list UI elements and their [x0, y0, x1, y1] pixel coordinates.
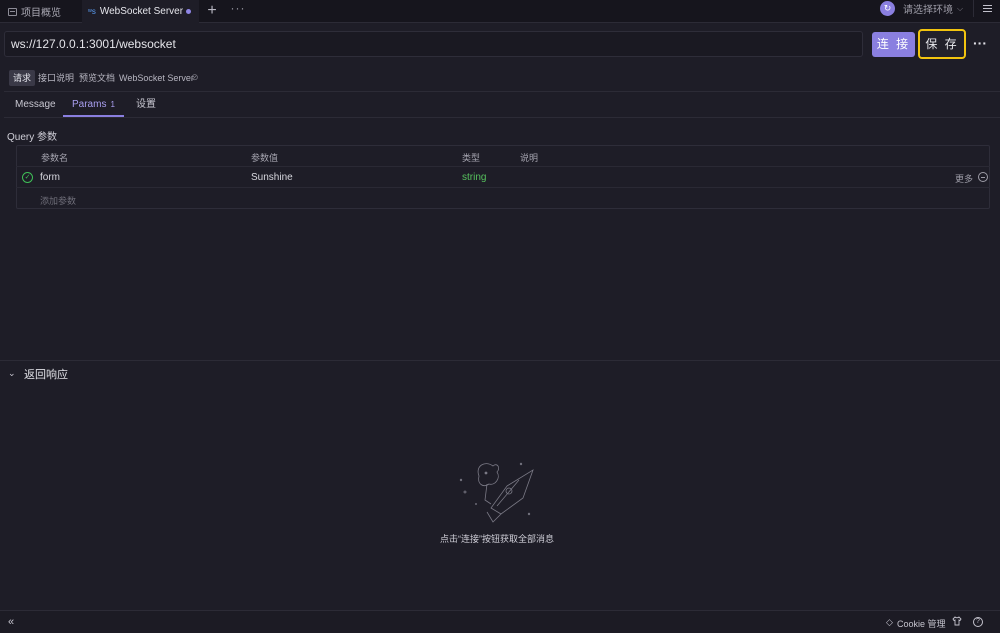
url-input[interactable]: ws://127.0.0.1:3001/websocket — [4, 31, 863, 57]
link-icon[interactable]: ⊘ — [191, 72, 199, 83]
param-type-cell[interactable]: string — [462, 172, 486, 183]
table-divider — [16, 166, 990, 167]
help-icon[interactable]: ? — [973, 617, 983, 627]
remove-icon[interactable] — [978, 172, 988, 182]
subtab-preview-doc[interactable]: 预览文档 — [79, 70, 115, 86]
divider — [4, 91, 1000, 92]
column-header-type: 类型 — [462, 153, 481, 163]
divider — [0, 360, 1000, 361]
more-actions-button[interactable]: ··· — [972, 36, 988, 52]
shirt-icon[interactable] — [952, 616, 962, 626]
subtab-api-doc[interactable]: 接口说明 — [38, 70, 74, 86]
divider — [4, 117, 1000, 118]
api-name: WebSocket Server — [119, 73, 194, 83]
row-more-button[interactable]: 更多 — [955, 172, 973, 185]
response-collapse-icon[interactable]: ⌄ — [8, 368, 16, 379]
tab-project-overview[interactable]: 项目概览 — [0, 0, 82, 23]
env-icon[interactable]: ↻ — [880, 1, 895, 16]
tab-project-overview-label: 项目概览 — [21, 8, 61, 19]
add-tab-button[interactable]: + — [204, 3, 220, 19]
table-divider — [16, 187, 990, 188]
cookie-manager-button[interactable]: Cookie 管理 — [897, 617, 946, 630]
cookie-icon: ◇ — [886, 617, 893, 627]
environment-select-label: 请选择环境 — [903, 5, 953, 16]
column-header-name: 参数名 — [41, 153, 69, 163]
param-value-cell[interactable]: Sunshine — [251, 172, 293, 183]
menu-icon[interactable] — [973, 0, 1000, 17]
status-bar — [0, 610, 1000, 633]
chevron-down-icon: ⌵ — [957, 3, 964, 13]
subtab-request[interactable]: 请求 — [9, 70, 35, 86]
save-button[interactable]: 保 存 — [918, 29, 966, 59]
collapse-icon[interactable]: « — [8, 616, 14, 628]
response-title: 返回响应 — [24, 369, 68, 381]
empty-state-message: 点击“连接”按钮获取全部消息 — [440, 534, 554, 544]
overview-icon — [8, 7, 17, 16]
tab-websocket-server-label: WebSocket Server — [99, 6, 184, 17]
tab-params[interactable]: Params 1 — [63, 96, 124, 117]
column-header-description: 说明 — [520, 153, 539, 163]
column-header-value: 参数值 — [251, 153, 279, 163]
unsaved-dot-icon — [186, 9, 191, 14]
check-icon[interactable]: ✓ — [22, 172, 33, 183]
websocket-icon: ʷs — [88, 7, 96, 16]
param-name-cell[interactable]: form — [40, 172, 60, 183]
more-tabs-button[interactable]: ··· — [230, 1, 246, 17]
rocket-illustration — [459, 462, 534, 523]
query-params-title: Query 参数 — [7, 132, 58, 143]
tab-params-label: Params — [72, 99, 107, 110]
tab-websocket-server[interactable]: ʷs WebSocket Server — [82, 0, 199, 23]
params-count-badge: 1 — [110, 100, 115, 109]
tab-settings[interactable]: 设置 — [136, 96, 156, 117]
tab-message[interactable]: Message — [15, 96, 56, 117]
add-param-input[interactable]: 添加参数 — [40, 194, 76, 207]
connect-button[interactable]: 连 接 — [872, 32, 915, 57]
params-table — [16, 145, 990, 209]
environment-select[interactable]: 请选择环境 ⌵ — [903, 0, 967, 17]
